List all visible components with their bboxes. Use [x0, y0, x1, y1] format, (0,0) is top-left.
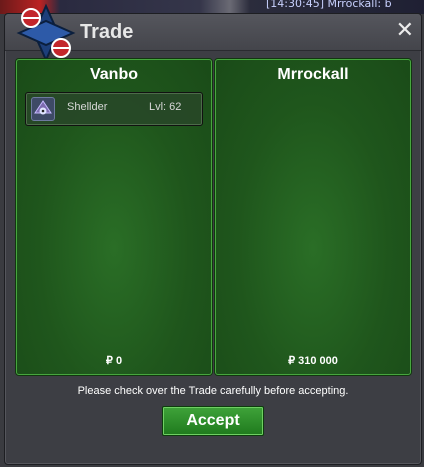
- window-title: Trade: [80, 21, 134, 43]
- item-name: Shellder: [67, 101, 108, 113]
- trade-panel-left: Vanbo Shellder Lvl: 62 ₽ 0: [16, 59, 212, 375]
- close-icon[interactable]: ✕: [396, 19, 414, 43]
- trade-panel-right: Mrrockall ₽ 310 000: [215, 59, 411, 375]
- chat-log-text: [14:30:45] Mrrockall: b: [266, 0, 392, 10]
- trader-name-right: Mrrockall: [277, 66, 349, 83]
- accept-button[interactable]: Accept: [162, 406, 264, 436]
- shellder-icon: [31, 97, 55, 121]
- money-right: ₽ 310 000: [288, 355, 338, 367]
- money-left: ₽ 0: [105, 355, 123, 367]
- trade-item-row[interactable]: Shellder Lvl: 62: [25, 92, 203, 126]
- trade-notice: Please check over the Trade carefully be…: [77, 385, 349, 397]
- pokeball-logo-icon: [16, 3, 76, 63]
- trader-name-left: Vanbo: [89, 66, 138, 83]
- trade-window: Trade ✕ Vanbo Shellder Lvl: 62 ₽ 0 Mrroc…: [4, 3, 422, 465]
- item-level: Lvl: 62: [149, 101, 182, 113]
